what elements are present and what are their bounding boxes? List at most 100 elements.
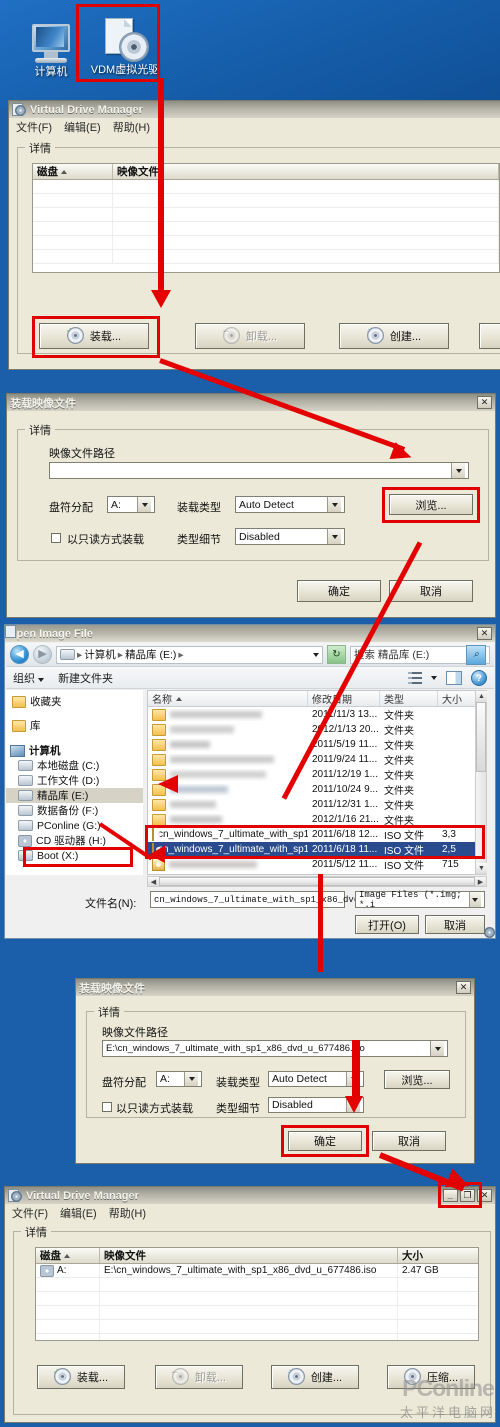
chevron-down-icon-detail-filled[interactable] (346, 1098, 360, 1112)
image-path-input-empty[interactable] (49, 462, 469, 479)
column-header-size-bottom[interactable]: 大小 (398, 1248, 478, 1263)
titlebar-mount-empty[interactable]: 装载映像文件 ✕ (7, 394, 495, 411)
column-header-image-top[interactable]: 映像文件 (113, 164, 499, 179)
chevron-down-icon-filter[interactable] (468, 892, 481, 907)
file-row-selected[interactable]: cn_windows_7_ultimate_with_sp1_x...2011/… (148, 842, 486, 857)
file-row[interactable]: 2011/9/24 11... 文件夹 (148, 752, 486, 767)
chevron-down-icon-path-filled[interactable] (430, 1041, 444, 1056)
file-list-scrollbar-vertical[interactable]: ▲ ▼ (475, 690, 487, 875)
cancel-button-filled[interactable]: 取消 (372, 1131, 446, 1151)
close-icon-open-dialog[interactable]: ✕ (477, 627, 492, 640)
menu-edit-bottom[interactable]: 编辑(E) (60, 1205, 97, 1221)
table-row[interactable] (33, 180, 499, 194)
type-detail-select-empty[interactable]: Disabled (235, 528, 345, 545)
column-header-name[interactable]: 名称 (148, 691, 308, 706)
table-row[interactable] (36, 1306, 478, 1320)
drives-table-top[interactable]: 磁盘 映像文件 (32, 163, 500, 273)
chevron-down-icon-view[interactable] (431, 675, 437, 680)
close-icon-mount-empty[interactable]: ✕ (477, 396, 492, 409)
nav-item-drive-g[interactable]: PConline (G:) (6, 818, 143, 833)
file-row[interactable]: cn_windows_7_ultimate_with_sp1_x...2011/… (148, 827, 486, 842)
search-input[interactable]: 搜索 精品库 (E:) ⌕ (350, 644, 490, 665)
preview-pane-icon[interactable] (446, 670, 462, 685)
image-path-input-filled[interactable]: E:\cn_windows_7_ultimate_with_sp1_x86_dv… (102, 1040, 448, 1057)
mount-button-top[interactable]: + 装载... (39, 323, 149, 349)
nav-item-cd-drive-h[interactable]: CD 驱动器 (H:) (6, 833, 143, 848)
menu-help-bottom[interactable]: 帮助(H) (109, 1205, 146, 1221)
file-list-pane[interactable]: 名称 修改日期 类型 大小 2011/11/3 13... 文件夹 2012/1/… (147, 690, 487, 875)
table-row[interactable] (33, 208, 499, 222)
column-header-date[interactable]: 修改日期 (308, 691, 380, 706)
breadcrumb-item-computer[interactable]: 计算机 (84, 647, 116, 662)
scroll-thumb-vertical[interactable] (476, 702, 486, 772)
column-header-disk-bottom[interactable]: 磁盘 (36, 1248, 100, 1263)
file-list-scrollbar-horizontal[interactable]: ◀ ▶ (147, 876, 487, 887)
nav-item-drive-f[interactable]: 数据备份 (F:) (6, 803, 143, 818)
nav-item-drive-c[interactable]: 本地磁盘 (C:) (6, 758, 143, 773)
drives-table-bottom[interactable]: 磁盘 映像文件 大小 A: E:\cn_windows_7_ultimate_w… (35, 1247, 479, 1341)
column-header-type[interactable]: 类型 (380, 691, 438, 706)
forward-icon[interactable]: ▶ (33, 645, 52, 664)
table-row[interactable] (36, 1278, 478, 1292)
type-detail-select-filled[interactable]: Disabled (268, 1097, 364, 1113)
titlebar-top[interactable]: Virtual Drive Manager (9, 101, 500, 118)
nav-item-favorites[interactable]: 收藏夹 (6, 694, 143, 709)
scroll-up-icon[interactable]: ▲ (476, 691, 487, 702)
create-button-bottom[interactable]: ✳ 创建... (271, 1365, 359, 1389)
refresh-icon[interactable]: ↻ (327, 645, 346, 664)
new-folder-button[interactable]: 新建文件夹 (58, 670, 113, 686)
scroll-left-icon[interactable]: ◀ (148, 877, 159, 886)
browse-button-filled[interactable]: 浏览... (384, 1070, 450, 1089)
column-header-image-bottom[interactable]: 映像文件 (100, 1248, 398, 1263)
table-row-mounted[interactable]: A: E:\cn_windows_7_ultimate_with_sp1_x86… (36, 1264, 478, 1278)
table-row[interactable] (36, 1320, 478, 1334)
search-icon[interactable]: ⌕ (466, 644, 486, 665)
back-icon[interactable]: ◀ (10, 645, 29, 664)
minimize-icon[interactable]: _ (443, 1189, 458, 1202)
breadcrumb[interactable]: ▸ 计算机 ▸ 精品库 (E:) ▸ (56, 645, 323, 664)
file-row[interactable]: 2011/11/3 13... 文件夹 (148, 707, 486, 722)
table-row[interactable] (33, 236, 499, 250)
titlebar-mount-filled[interactable]: 装载映像文件 ✕ (76, 979, 474, 996)
column-header-size[interactable]: 大小 (438, 691, 478, 706)
browse-button-empty[interactable]: 浏览... (389, 494, 473, 515)
file-row[interactable]: 2012/1/13 20... 文件夹 (148, 722, 486, 737)
create-button-top[interactable]: ✳ 创建... (339, 323, 449, 349)
close-icon-mount-filled[interactable]: ✕ (456, 981, 471, 994)
menu-file-top[interactable]: 文件(F) (16, 119, 52, 135)
chevron-down-icon-drive-empty[interactable] (137, 497, 151, 512)
table-row[interactable] (33, 194, 499, 208)
chevron-down-icon-drive-filled[interactable] (184, 1072, 198, 1086)
drive-letter-select-filled[interactable]: A: (156, 1071, 202, 1087)
file-row[interactable]: 2011/5/19 11... 文件夹 (148, 737, 486, 752)
chevron-down-icon-breadcrumb[interactable] (313, 652, 319, 657)
file-row[interactable]: 2011/12/19 1... 文件夹 (148, 767, 486, 782)
maximize-icon[interactable]: ❐ (460, 1189, 475, 1202)
navigation-pane[interactable]: 收藏夹 库 计算机 本地磁盘 (C:) 工作文件 (D:) 精品库 (E:) 数… (6, 690, 143, 875)
chevron-down-icon-path-empty[interactable] (451, 463, 465, 478)
cancel-button-empty[interactable]: 取消 (389, 580, 473, 602)
compress-button-bottom[interactable]: ▼ 压缩... (387, 1365, 475, 1389)
chevron-down-icon-type-filled[interactable] (346, 1072, 360, 1086)
nav-item-drive-x[interactable]: Boot (X:) (6, 848, 143, 863)
chevron-down-icon-type-empty[interactable] (327, 497, 341, 512)
scroll-right-icon[interactable]: ▶ (475, 877, 486, 886)
titlebar-open-dialog[interactable]: Open Image File ✕ (5, 625, 495, 938)
help-icon[interactable]: ? (471, 669, 487, 686)
desktop-icon-vdm[interactable]: VDM虚拟光驱 (82, 10, 168, 77)
file-row[interactable]: 2011/10/24 9... 文件夹 (148, 782, 486, 797)
file-row[interactable]: 2011/12/31 1... 文件夹 (148, 797, 486, 812)
nav-item-drive-e[interactable]: 精品库 (E:) (6, 788, 143, 803)
chevron-down-icon-detail-empty[interactable] (327, 529, 341, 544)
file-row[interactable]: 2012/1/16 21... 文件夹 (148, 812, 486, 827)
open-button[interactable]: 打开(O) (355, 915, 419, 934)
filename-input[interactable]: cn_windows_7_ultimate_with_sp1_x86_dvd (150, 891, 367, 908)
table-row[interactable] (36, 1292, 478, 1306)
nav-item-libraries[interactable]: 库 (6, 718, 143, 733)
table-row[interactable] (33, 222, 499, 236)
drive-letter-select-empty[interactable]: A: (107, 496, 155, 513)
ok-button-empty[interactable]: 确定 (297, 580, 381, 602)
menu-file-bottom[interactable]: 文件(F) (12, 1205, 48, 1221)
mount-type-select-filled[interactable]: Auto Detect (268, 1071, 364, 1087)
table-row[interactable] (36, 1334, 478, 1340)
